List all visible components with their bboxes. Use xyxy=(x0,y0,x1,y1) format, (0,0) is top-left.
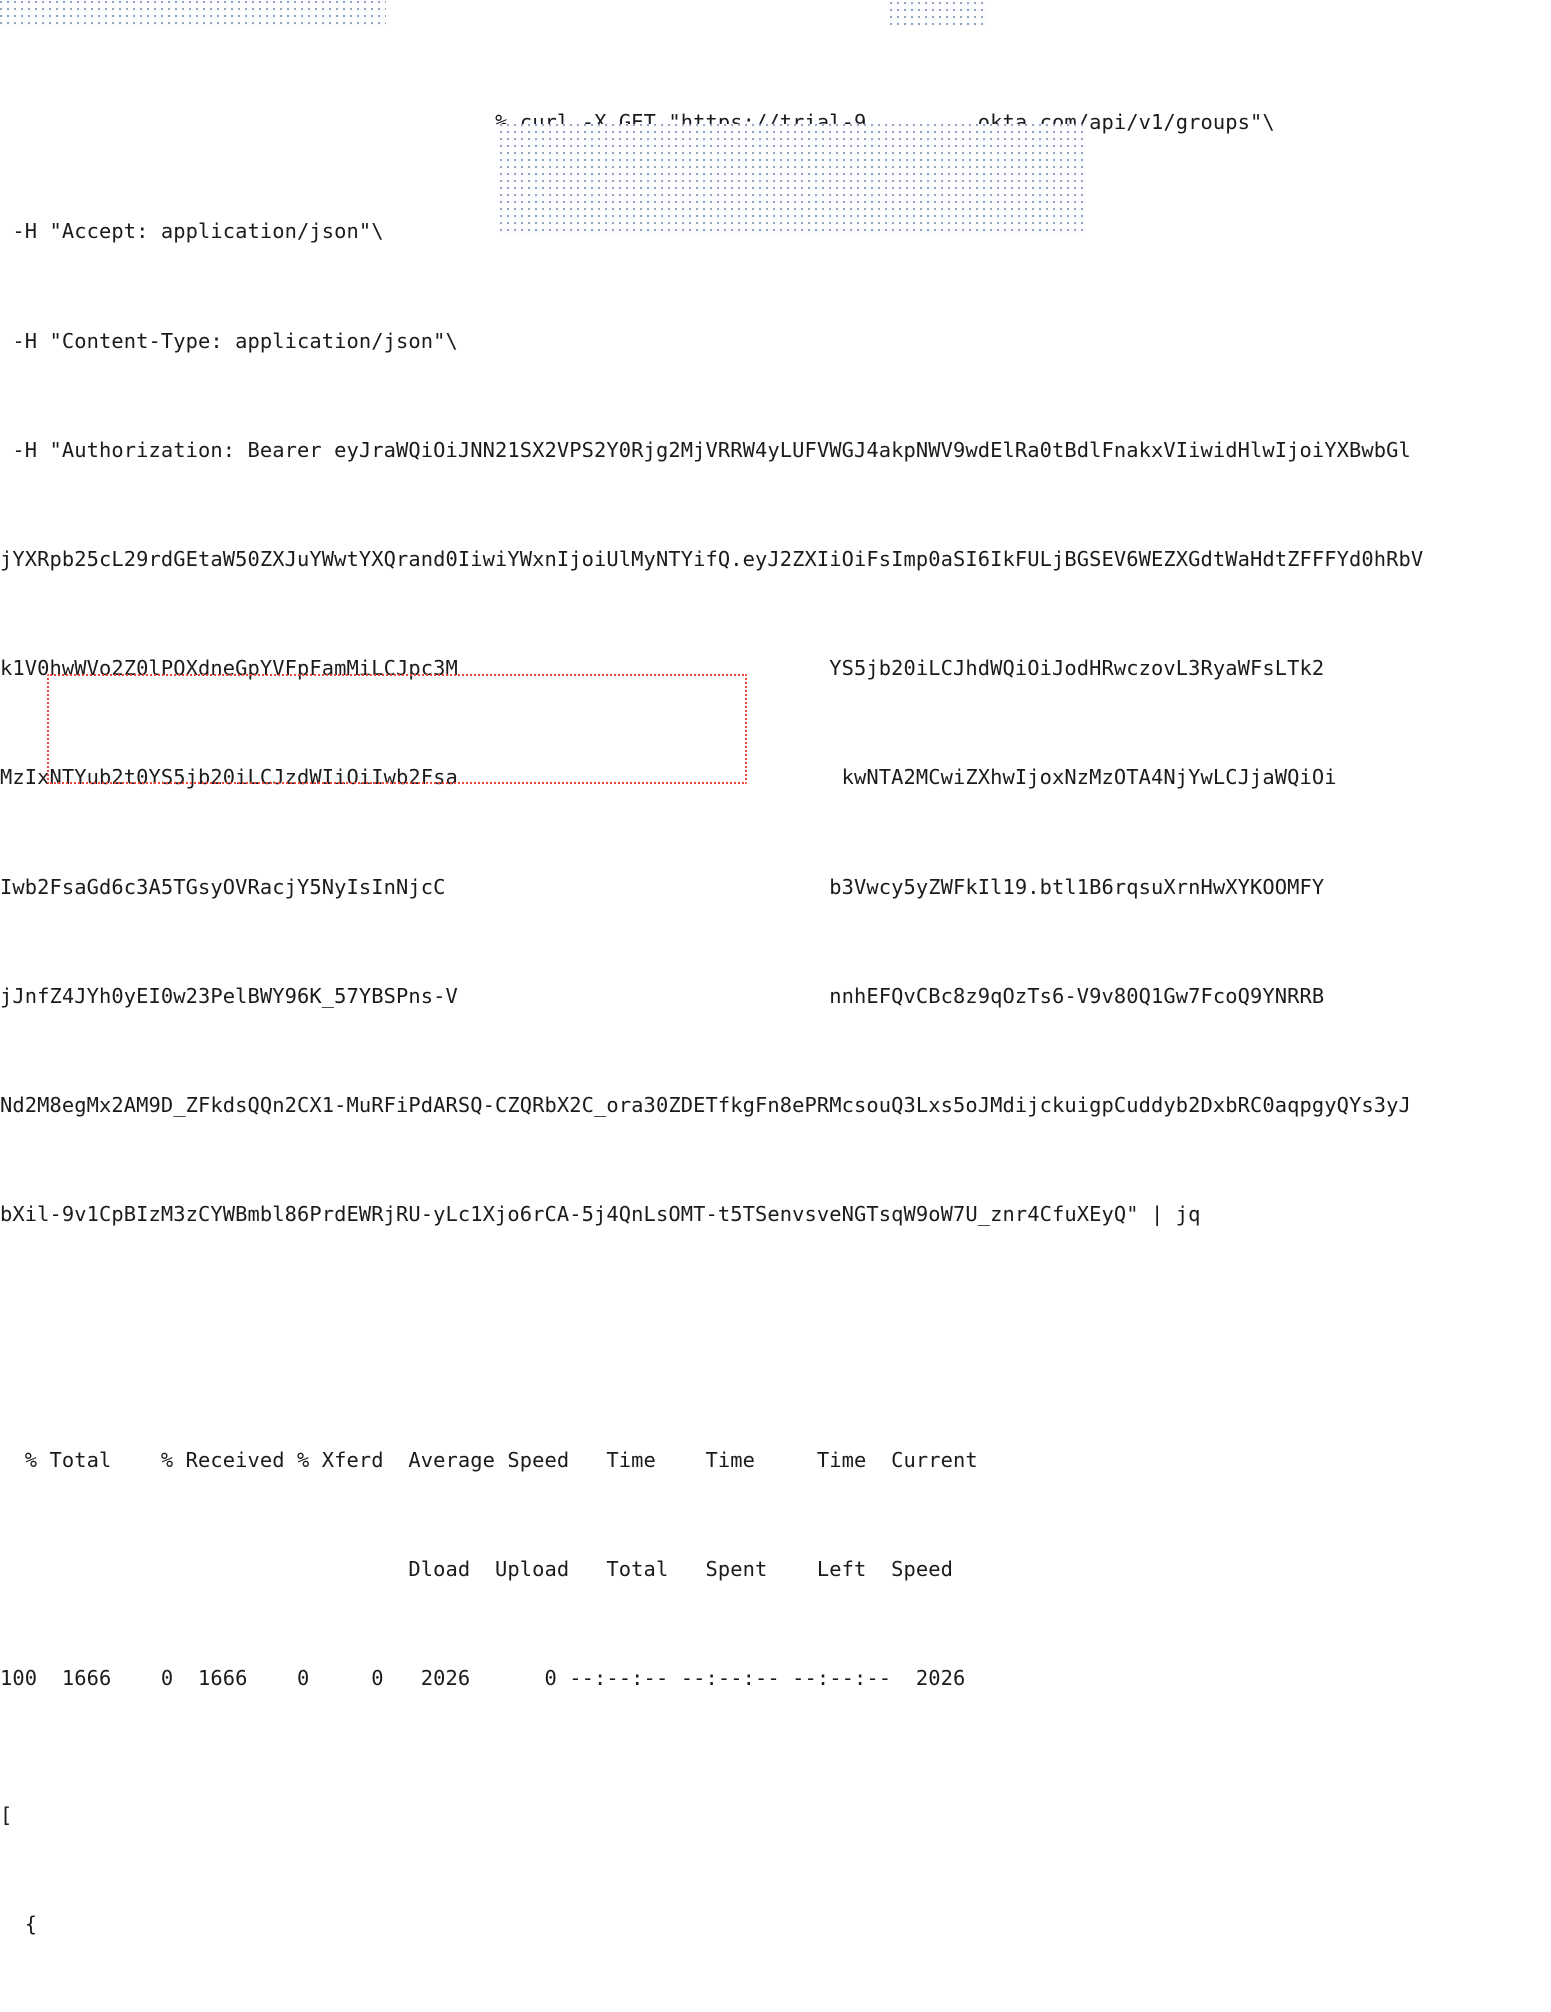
token-fragment-8b: b3Vwcy5yZWFkIl19.btl1B6rqsuXrnHwXYKOOMFY xyxy=(829,874,1325,899)
bracket-open: [ xyxy=(0,1802,13,1827)
header-authorization: -H "Authorization: Bearer eyJraWQiOiJNN2… xyxy=(0,437,1411,462)
curl-command-prefix: curl -X GET "https://trial-9 xyxy=(507,110,867,135)
token-line-8: Iwb2FsaGd6c3A5TGsyOVRacjY5NyIsInNjcC b3V… xyxy=(0,874,1551,901)
command-line-1: % curl -X GET "https://trial-9 .okta.com… xyxy=(0,109,1551,136)
redacted-prompt-region xyxy=(0,1,386,26)
command-line-4: -H "Authorization: Bearer eyJraWQiOiJNN2… xyxy=(0,437,1551,464)
token-line-10: Nd2M8egMx2AM9D_ZFkdsQQn2CX1-MuRFiPdARSQ-… xyxy=(0,1092,1551,1119)
token-redacted-spacer-9 xyxy=(458,984,829,1008)
token-line-7: MzIxNTYub2t0YS5jb20iLCJzdWIiOiIwb2Fsa kw… xyxy=(0,764,1551,791)
brace-open: { xyxy=(0,1911,38,1936)
host-redacted-spacer xyxy=(866,110,965,134)
token-fragment-7a: MzIxNTYub2t0YS5jb20iLCJzdWIiOiIwb2Fsa xyxy=(0,765,458,790)
progress-header-row-1: % Total % Received % Xferd Average Speed… xyxy=(0,1447,1551,1474)
token-line-6: k1V0hwWVo2Z0lPOXdneGpYVFpFamMiLCJpc3M YS… xyxy=(0,655,1551,682)
header-accept: -H "Accept: application/json"\ xyxy=(0,219,384,244)
progress-values: 100 1666 0 1666 0 0 2026 0 --:--:-- --:-… xyxy=(0,1666,966,1691)
json-object-open: { xyxy=(0,1911,1551,1938)
curl-command-suffix: .okta.com/api/v1/groups"\ xyxy=(965,110,1275,135)
header-content-type: -H "Content-Type: application/json"\ xyxy=(0,328,458,353)
token-line-5: jYXRpb25cL29rdGEtaW50ZXJuYWwtYXQrand0Iiw… xyxy=(0,546,1551,573)
token-fragment-5: jYXRpb25cL29rdGEtaW50ZXJuYWwtYXQrand0Iiw… xyxy=(0,546,1424,571)
progress-header-row-2: Dload Upload Total Spent Left Speed xyxy=(0,1556,1551,1583)
command-line-2: -H "Accept: application/json"\ xyxy=(0,218,1551,245)
redacted-hostname-region xyxy=(890,2,988,26)
token-fragment-9a: jJnfZ4JYh0yEI0w23PelBWY96K_57YBSPns-V xyxy=(0,983,458,1008)
progress-header-labels-bottom: Dload Upload Total Spent Left Speed xyxy=(0,1556,953,1581)
token-fragment-9b: nnhEFQvCBc8z9qOzTs6-V9v80Q1Gw7FcoQ9YNRRB xyxy=(829,983,1325,1008)
token-fragment-10: Nd2M8egMx2AM9D_ZFkdsQQn2CX1-MuRFiPdARSQ-… xyxy=(0,1092,1411,1117)
prompt-redacted-spacer xyxy=(0,110,495,134)
terminal-window: % curl -X GET "https://trial-9 .okta.com… xyxy=(0,0,1551,1936)
json-array-open: [ xyxy=(0,1802,1551,1829)
token-redacted-spacer-7 xyxy=(458,765,842,789)
progress-header-labels-top: % Total % Received % Xferd Average Speed… xyxy=(0,1447,978,1472)
token-redacted-spacer-8 xyxy=(446,875,830,899)
progress-values-row: 100 1666 0 1666 0 0 2026 0 --:--:-- --:-… xyxy=(0,1665,1551,1692)
token-redacted-spacer-6 xyxy=(458,656,829,680)
token-line-11: bXil-9v1CpBIzM3zCYWBmbl86PrdEWRjRU-yLc1X… xyxy=(0,1201,1551,1228)
spacer-after-command xyxy=(0,1310,1551,1337)
token-fragment-6a: k1V0hwWVo2Z0lPOXdneGpYVFpFamMiLCJpc3M xyxy=(0,656,458,681)
token-fragment-11: bXil-9v1CpBIzM3zCYWBmbl86PrdEWRjRU-yLc1X… xyxy=(0,1202,1201,1227)
token-fragment-8a: Iwb2FsaGd6c3A5TGsyOVRacjY5NyIsInNjcC xyxy=(0,874,446,899)
token-fragment-7b: kwNTA2MCwiZXhwIjoxNzMzOTA4NjYwLCJjaWQiOi xyxy=(841,765,1337,790)
command-line-3: -H "Content-Type: application/json"\ xyxy=(0,328,1551,355)
prompt-symbol: % xyxy=(495,110,508,135)
token-fragment-6b: YS5jb20iLCJhdWQiOiJodHRwczovL3RyaWFsLTk2 xyxy=(829,656,1325,681)
